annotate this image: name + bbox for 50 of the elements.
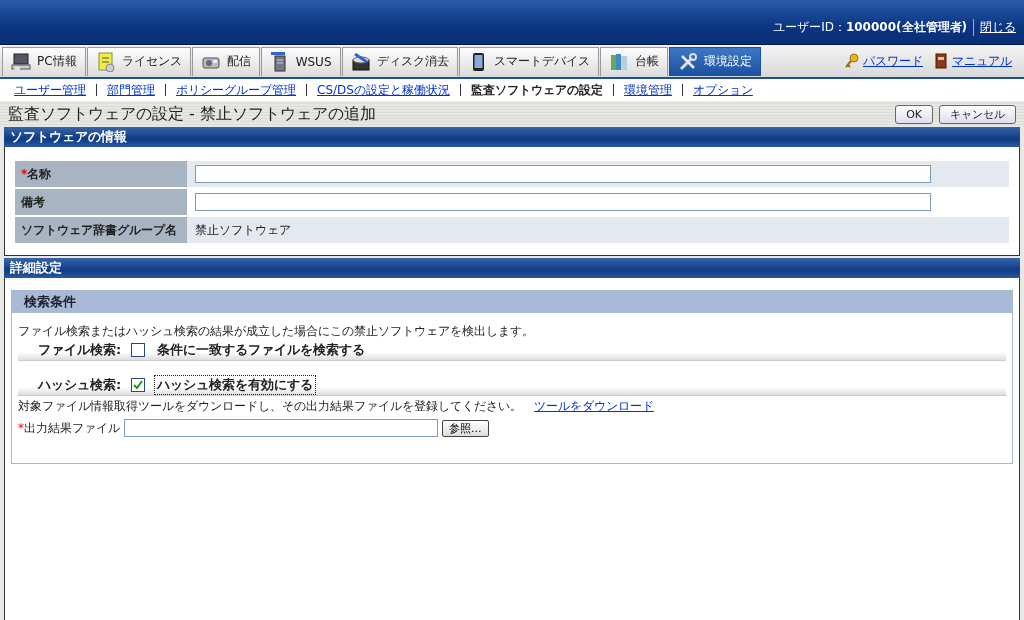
section-header: 詳細設定 xyxy=(4,258,1020,278)
close-link[interactable]: 閉じる xyxy=(973,19,1016,36)
cancel-button[interactable]: キャンセル xyxy=(939,104,1016,124)
text-field[interactable] xyxy=(195,165,931,183)
tab-icon xyxy=(11,51,31,72)
checkbox[interactable] xyxy=(131,343,146,357)
nav-tab[interactable]: ディスク消去 xyxy=(341,46,458,76)
subnav-link[interactable]: 環境管理 xyxy=(619,81,676,99)
book-icon xyxy=(933,53,949,69)
tab-icon xyxy=(608,51,629,72)
ok-button[interactable]: OK xyxy=(895,104,933,124)
field-label: ソフトウェア辞書グループ名 xyxy=(15,216,187,243)
download-link[interactable]: ツールをダウンロード xyxy=(534,398,654,415)
field-label: *出力結果ファイル xyxy=(18,419,120,437)
description-text: ファイル検索またはハッシュ検索の結果が成立した場合にこの禁止ソフトウェアを検出します。 xyxy=(18,323,535,340)
panel-header: 検索条件 xyxy=(12,291,1012,313)
header-link[interactable]: パスワード xyxy=(863,52,923,70)
nav-tab[interactable]: PC情報 xyxy=(2,46,86,76)
subnav-link[interactable]: ユーザー管理 xyxy=(10,81,90,99)
nav-tab[interactable]: 配信 xyxy=(191,46,260,76)
page-title: 監査ソフトウェアの設定 - 禁止ソフトウェアの追加 xyxy=(8,103,376,125)
text-field[interactable] xyxy=(195,193,931,211)
checkbox-label[interactable]: ハッシュ検索を有効にする xyxy=(155,376,316,394)
field-label: 備考 xyxy=(15,188,187,216)
file-field[interactable] xyxy=(124,419,438,437)
nav-tab[interactable]: 環境設定 xyxy=(668,46,761,76)
option-heading: ハッシュ検索: xyxy=(38,376,122,394)
checkbox-label[interactable]: 条件に一致するファイルを検索する xyxy=(155,341,368,359)
nav-tab[interactable]: WSUS xyxy=(260,46,341,76)
subnav-link[interactable]: CS/DSの設定と稼働状況 xyxy=(313,81,454,99)
section-header: ソフトウェアの情報 xyxy=(4,127,1020,147)
subnav-link[interactable]: 監査ソフトウェアの設定 xyxy=(466,81,607,99)
browse-button[interactable]: 参照... xyxy=(442,419,489,437)
header-link[interactable]: マニュアル xyxy=(952,52,1012,70)
nav-tab[interactable]: ライセンス xyxy=(86,46,191,76)
field-label: *名称 xyxy=(15,160,187,188)
key-icon xyxy=(844,53,860,69)
nav-tab[interactable]: スマートデバイス xyxy=(458,46,599,76)
checkbox[interactable] xyxy=(131,378,146,392)
tab-icon xyxy=(95,51,116,72)
nav-tab[interactable]: 台帳 xyxy=(599,46,668,76)
subnav-link[interactable]: ポリシーグループ管理 xyxy=(172,81,300,99)
subnav-link[interactable]: オプション xyxy=(688,81,757,99)
subnav-link[interactable]: 部門管理 xyxy=(103,81,159,99)
tab-icon xyxy=(350,51,371,72)
instruction-text: 対象ファイル情報取得ツールをダウンロードし、その出力結果ファイルを登録してください。 xyxy=(18,398,522,415)
tab-icon xyxy=(677,51,698,72)
option-heading: ファイル検索: xyxy=(38,341,122,359)
user-id-label: ユーザーID：100000(全社管理者) xyxy=(773,19,967,36)
field-value: 禁止ソフトウェア xyxy=(187,216,1009,243)
